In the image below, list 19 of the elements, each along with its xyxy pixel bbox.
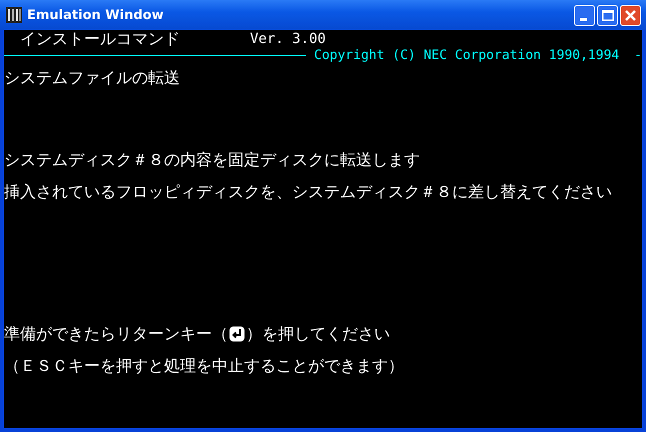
version-text: Ver. 3.00 (250, 31, 326, 47)
message-text: システムディスク＃８の内容を固定ディスクに転送します (4, 148, 421, 170)
message-text: 挿入されているフロッピィディスクを、システムディスク＃８に差し替えてください (4, 180, 613, 202)
minimize-icon (580, 18, 586, 21)
window-title: Emulation Window (27, 8, 164, 22)
minimize-button[interactable] (574, 4, 595, 26)
close-button[interactable] (620, 4, 641, 26)
command-title: インストールコマンド (20, 28, 181, 50)
maximize-button[interactable] (597, 4, 618, 26)
maximize-icon (602, 10, 614, 20)
rule-end-mark: - (634, 48, 642, 62)
copyright-text: Copyright (C) NEC Corporation 1990,1994 (314, 48, 620, 62)
app-icon (6, 7, 22, 23)
screen-heading: システムファイルの転送 (4, 66, 181, 88)
prompt-text: 準備ができたらリターンキー（ (4, 324, 228, 344)
prompt-text: ）を押してください (246, 324, 390, 344)
return-key-icon (229, 326, 245, 342)
close-icon (625, 10, 636, 20)
note-text: （ＥＳＣキーを押すと処理を中止することができます） (4, 354, 405, 376)
